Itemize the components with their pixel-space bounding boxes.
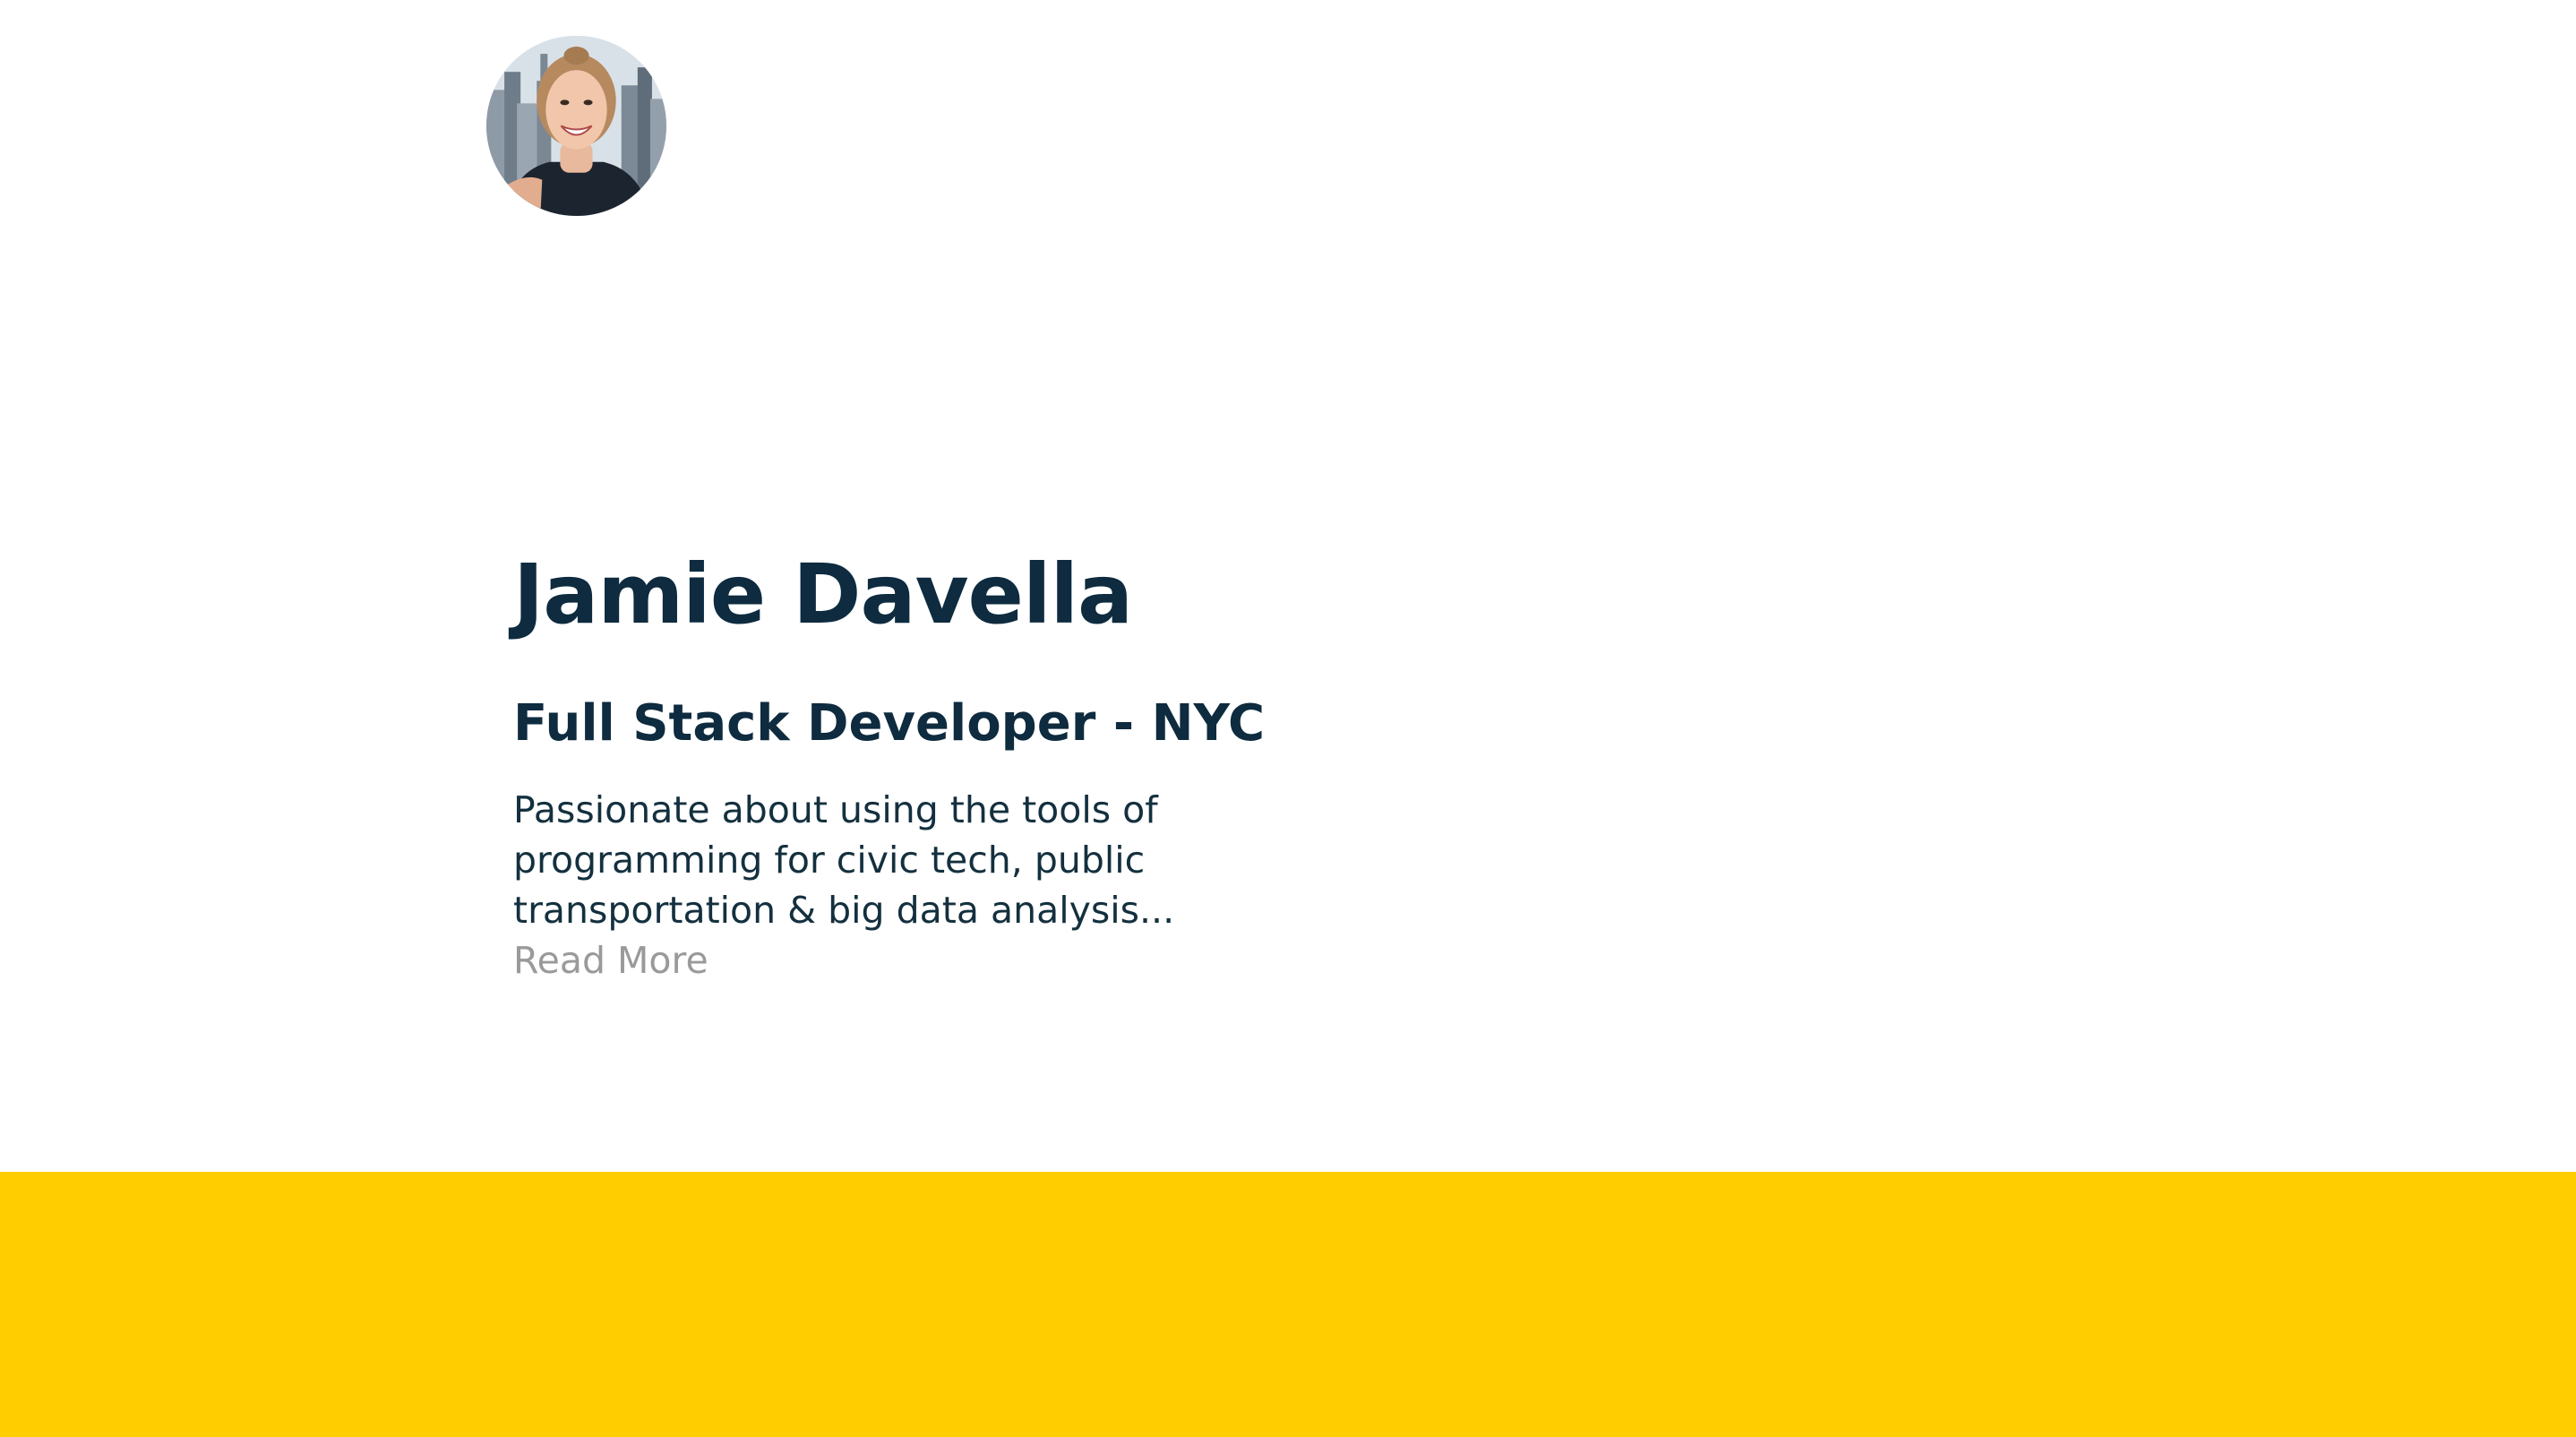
avatar: [486, 36, 666, 216]
hero-section: Jamie Davella Full Stack Developer - NYC…: [513, 536, 1418, 985]
profile-name: Jamie Davella: [513, 546, 1133, 642]
read-more-link[interactable]: Read More: [513, 935, 1418, 985]
profile-bio-text: Passionate about using the tools of prog…: [513, 788, 1175, 932]
profile-bio: Passionate about using the tools of prog…: [513, 785, 1418, 985]
profile-role: Full Stack Developer - NYC: [513, 694, 1266, 753]
portfolio-page: Jamie Davella Full Stack Developer - NYC…: [0, 0, 2576, 1437]
avatar-photo: [486, 36, 666, 216]
accent-band: [0, 1172, 2576, 1437]
